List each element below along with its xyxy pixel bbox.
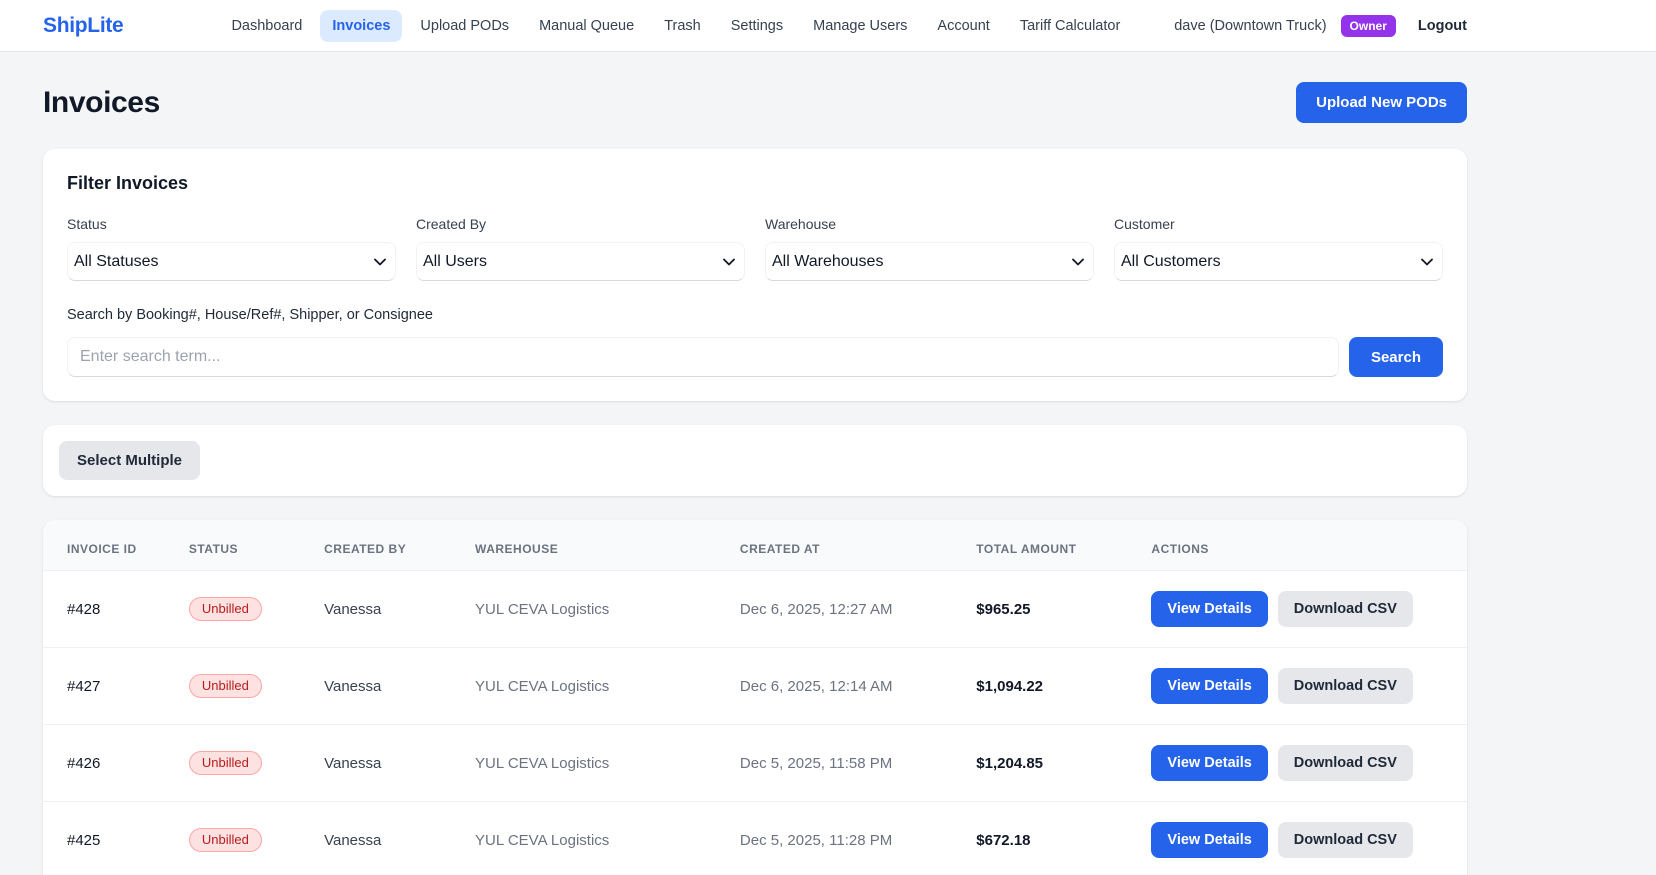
column-header-invoice-id: INVOICE ID xyxy=(67,542,137,556)
upload-new-pods-button[interactable]: Upload New PODs xyxy=(1296,82,1467,123)
main-nav: Dashboard Invoices Upload PODs Manual Queue… xyxy=(219,9,1174,42)
table-header-row: INVOICE ID STATUS CREATED BY WAREHOUSE CREAT… xyxy=(43,520,1467,571)
status-badge: Unbilled xyxy=(188,751,262,775)
search-label: Search by Booking#, House/Ref#, Shipper,… xyxy=(67,307,433,323)
invoice-id-cell: #427 xyxy=(67,677,101,695)
nav-item-manual-queue[interactable]: Manual Queue xyxy=(527,10,646,42)
search-input[interactable] xyxy=(67,337,1339,377)
nav-item-upload-pods[interactable]: Upload PODs xyxy=(408,10,521,42)
status-badge: Unbilled xyxy=(188,597,262,621)
warehouse-select[interactable]: All Warehouses xyxy=(765,242,1094,281)
table-row: #427 Unbilled Vanessa YUL CEVA Logistics Dec… xyxy=(43,647,1467,725)
column-header-created-by: CREATED BY xyxy=(324,542,407,556)
view-details-button[interactable]: View Details xyxy=(1151,591,1268,627)
filter-heading: Filter Invoices xyxy=(67,173,189,193)
view-details-button[interactable]: View Details xyxy=(1151,745,1268,781)
status-badge: Unbilled xyxy=(188,828,262,852)
role-badge[interactable]: Owner xyxy=(1340,14,1396,37)
warehouse-cell: YUL CEVA Logistics xyxy=(475,600,610,618)
download-csv-button[interactable]: Download CSV xyxy=(1277,822,1413,858)
actions-cell: View Details Download CSV xyxy=(1139,802,1467,875)
status-cell: Unbilled xyxy=(177,648,312,725)
created-at-cell: Dec 6, 2025, 12:14 AM xyxy=(739,677,893,695)
created-by-cell: Vanessa xyxy=(324,600,382,618)
invoices-table-card: INVOICE ID STATUS CREATED BY WAREHOUSE CREAT… xyxy=(43,520,1467,875)
warehouse-cell: YUL CEVA Logistics xyxy=(475,677,610,695)
filter-label-customer: Customer xyxy=(1114,216,1175,232)
download-csv-button[interactable]: Download CSV xyxy=(1277,668,1413,704)
table-row: #426 Unbilled Vanessa YUL CEVA Logistics Dec… xyxy=(43,724,1467,802)
filter-grid: Status All Statuses Created By All Users War… xyxy=(67,216,1443,281)
filter-label-warehouse: Warehouse xyxy=(765,216,837,232)
created-at-cell: Dec 5, 2025, 11:28 PM xyxy=(739,831,893,849)
search-button[interactable]: Search xyxy=(1348,337,1443,377)
created-by-cell: Vanessa xyxy=(324,677,382,695)
filter-field-created-by: Created By All Users xyxy=(416,216,745,281)
customer-select[interactable]: All Customers xyxy=(1114,242,1443,281)
created-by-cell: Vanessa xyxy=(324,831,382,849)
brand-logo[interactable]: ShipLite xyxy=(43,14,124,38)
total-amount-cell: $1,204.85 xyxy=(976,754,1044,772)
column-header-total-amount: TOTAL AMOUNT xyxy=(976,542,1077,556)
page-title: Invoices xyxy=(43,85,160,119)
filter-label-created-by: Created By xyxy=(416,216,487,232)
status-badge: Unbilled xyxy=(188,674,262,698)
created-at-cell: Dec 5, 2025, 11:58 PM xyxy=(739,754,893,772)
column-header-actions: ACTIONS xyxy=(1151,542,1209,556)
total-amount-cell: $1,094.22 xyxy=(976,677,1044,695)
column-header-warehouse: WAREHOUSE xyxy=(475,542,559,556)
filter-invoices-card: Filter Invoices Status All Statuses Create… xyxy=(43,149,1467,401)
select-multiple-button[interactable]: Select Multiple xyxy=(59,441,201,480)
nav-item-trash[interactable]: Trash xyxy=(652,10,713,42)
download-csv-button[interactable]: Download CSV xyxy=(1277,745,1413,781)
column-header-status: STATUS xyxy=(188,542,239,556)
filter-field-customer: Customer All Customers xyxy=(1114,216,1443,281)
created-by-select[interactable]: All Users xyxy=(416,242,745,281)
nav-item-account[interactable]: Account xyxy=(925,10,1001,42)
created-at-cell: Dec 6, 2025, 12:27 AM xyxy=(739,600,893,618)
invoices-table: INVOICE ID STATUS CREATED BY WAREHOUSE CREAT… xyxy=(43,520,1467,875)
warehouse-cell: YUL CEVA Logistics xyxy=(475,831,610,849)
top-navigation-bar: ShipLite Dashboard Invoices Upload PODs Man… xyxy=(0,0,1656,52)
actions-cell: View Details Download CSV xyxy=(1139,648,1467,725)
total-amount-cell: $672.18 xyxy=(976,831,1031,849)
invoice-id-cell: #425 xyxy=(67,831,101,849)
total-amount-cell: $965.25 xyxy=(976,600,1031,618)
filter-field-warehouse: Warehouse All Warehouses xyxy=(765,216,1094,281)
status-select[interactable]: All Statuses xyxy=(67,242,396,281)
download-csv-button[interactable]: Download CSV xyxy=(1277,591,1413,627)
status-cell: Unbilled xyxy=(177,802,312,875)
nav-item-settings[interactable]: Settings xyxy=(719,10,795,42)
view-details-button[interactable]: View Details xyxy=(1151,822,1268,858)
status-cell: Unbilled xyxy=(177,571,312,648)
invoice-id-cell: #428 xyxy=(67,600,101,618)
status-cell: Unbilled xyxy=(177,725,312,802)
table-row: #425 Unbilled Vanessa YUL CEVA Logistics Dec… xyxy=(43,801,1467,875)
nav-item-dashboard[interactable]: Dashboard xyxy=(219,10,314,42)
toolbar-card: Select Multiple xyxy=(43,425,1467,496)
actions-cell: View Details Download CSV xyxy=(1139,571,1467,648)
logout-link[interactable]: Logout xyxy=(1418,18,1467,34)
nav-item-invoices[interactable]: Invoices xyxy=(320,9,403,42)
table-row: #428 Unbilled Vanessa YUL CEVA Logistics Dec… xyxy=(43,570,1467,648)
warehouse-cell: YUL CEVA Logistics xyxy=(475,754,610,772)
filter-label-status: Status xyxy=(67,216,107,232)
actions-cell: View Details Download CSV xyxy=(1139,725,1467,802)
filter-field-status: Status All Statuses xyxy=(67,216,396,281)
invoice-id-cell: #426 xyxy=(67,754,101,772)
user-label: dave (Downtown Truck) xyxy=(1174,17,1327,34)
page-content: Invoices Upload New PODs Filter Invoices… xyxy=(43,82,1467,875)
column-header-created-at: CREATED AT xyxy=(739,542,821,556)
view-details-button[interactable]: View Details xyxy=(1151,668,1268,704)
nav-item-manage-users[interactable]: Manage Users xyxy=(801,10,919,42)
nav-item-tariff-calculator[interactable]: Tariff Calculator xyxy=(1008,10,1132,42)
created-by-cell: Vanessa xyxy=(324,754,382,772)
